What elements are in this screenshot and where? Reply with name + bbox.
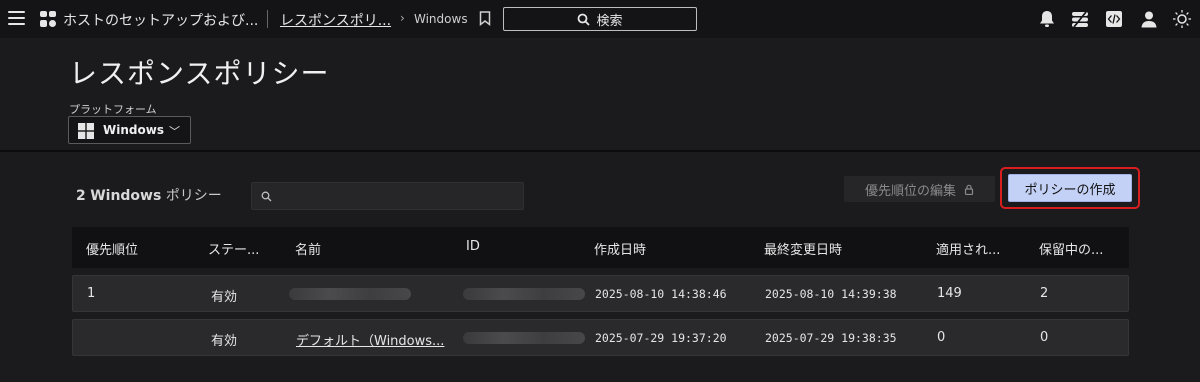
policy-count-suffix: ポリシー (165, 188, 222, 204)
sun-icon[interactable] (1172, 9, 1192, 29)
page-title: レスポンスポリシー (69, 57, 330, 90)
breadcrumb-host-setup[interactable]: ホストのセットアップおよび... (63, 10, 258, 30)
bell-icon[interactable] (1037, 9, 1057, 29)
edit-priority-button[interactable]: 優先順位の編集 (844, 176, 995, 202)
cell-pending: 0 (1040, 330, 1049, 345)
cell-applied: 149 (937, 286, 962, 301)
bookmark-icon[interactable] (479, 11, 491, 26)
table-row[interactable]: 1 有効 2025-08-10 14:38:46 2025-08-10 14:3… (72, 275, 1129, 312)
column-header-priority[interactable]: 優先順位 (86, 239, 138, 258)
column-header-modified[interactable]: 最終変更日時 (764, 239, 842, 258)
cell-id-redacted (463, 332, 585, 344)
table-header: 優先順位 ステー... 名前 ID 作成日時 最終変更日時 適用され... 保留… (72, 227, 1129, 268)
cell-status: 有効 (211, 334, 238, 349)
menu-icon[interactable] (8, 11, 25, 26)
column-header-pending[interactable]: 保留中の... (1039, 239, 1103, 258)
edit-priority-label: 優先順位の編集 (864, 183, 956, 199)
cell-pending: 2 (1040, 286, 1049, 301)
column-header-name[interactable]: 名前 (295, 239, 321, 258)
create-policy-button[interactable]: ポリシーの作成 (1008, 174, 1132, 202)
cell-status: 有効 (211, 290, 238, 305)
search-icon (578, 13, 591, 26)
policy-count-number: 2 (76, 188, 86, 204)
cell-modified: 2025-08-10 14:39:38 (765, 287, 897, 301)
cell-name-redacted[interactable] (289, 288, 411, 300)
search-icon (261, 191, 272, 202)
policy-count-platform: Windows (90, 188, 162, 204)
cell-modified: 2025-07-29 19:38:35 (765, 331, 897, 345)
cell-name-link[interactable]: デフォルト（Windows... (296, 330, 444, 349)
search-label: 検索 (596, 13, 623, 29)
top-nav-bar: ホストのセットアップおよび... レスポンスポリ... › Windows 検索 (0, 0, 1200, 38)
user-icon[interactable] (1139, 9, 1159, 29)
app-icon[interactable] (40, 11, 56, 27)
chevron-down-icon: ﹀ (169, 125, 180, 138)
filter-input[interactable] (251, 182, 524, 210)
table-row[interactable]: 有効 デフォルト（Windows... 2025-07-29 19:37:20 … (72, 319, 1129, 356)
cell-priority: 1 (87, 286, 96, 301)
policy-count: 2 Windows ポリシー (76, 185, 222, 205)
windows-icon (78, 123, 94, 139)
breadcrumb-response-policy[interactable]: レスポンスポリ... (280, 10, 391, 30)
cell-id-redacted (463, 288, 585, 300)
cell-created: 2025-08-10 14:38:46 (595, 287, 727, 301)
column-header-created[interactable]: 作成日時 (594, 239, 646, 258)
breadcrumb-separator (267, 10, 268, 28)
layers-icon[interactable] (1070, 9, 1090, 29)
header-divider (0, 150, 1200, 152)
lock-icon (964, 184, 974, 195)
platform-select[interactable]: Windows ﹀ (68, 116, 191, 144)
platform-select-value: Windows (103, 123, 164, 137)
platform-label: プラットフォーム (69, 103, 157, 116)
cell-created: 2025-07-29 19:37:20 (595, 331, 727, 345)
cell-applied: 0 (937, 330, 946, 345)
code-icon[interactable] (1104, 9, 1124, 29)
column-header-id[interactable]: ID (466, 239, 480, 254)
column-header-applied[interactable]: 適用され... (936, 239, 1000, 258)
breadcrumb-windows: Windows (414, 12, 468, 26)
global-search-button[interactable]: 検索 (503, 7, 697, 31)
chevron-right-icon: › (400, 11, 405, 25)
column-header-status[interactable]: ステー... (208, 239, 259, 258)
